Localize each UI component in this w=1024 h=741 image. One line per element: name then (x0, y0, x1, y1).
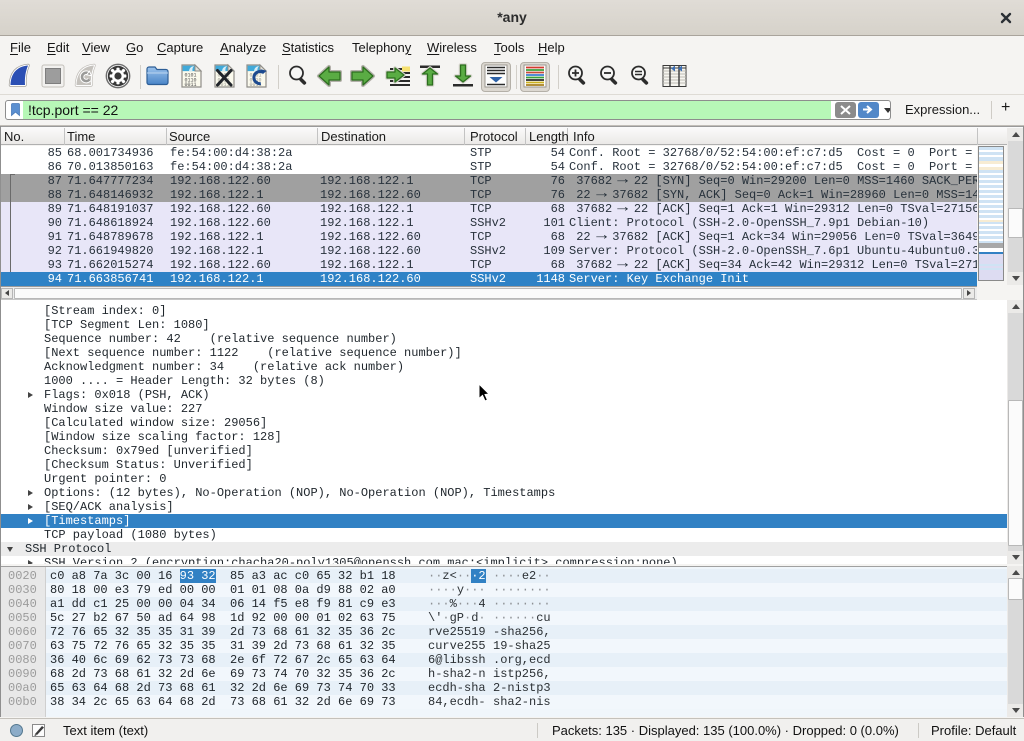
svg-text:0011: 0011 (185, 82, 197, 88)
